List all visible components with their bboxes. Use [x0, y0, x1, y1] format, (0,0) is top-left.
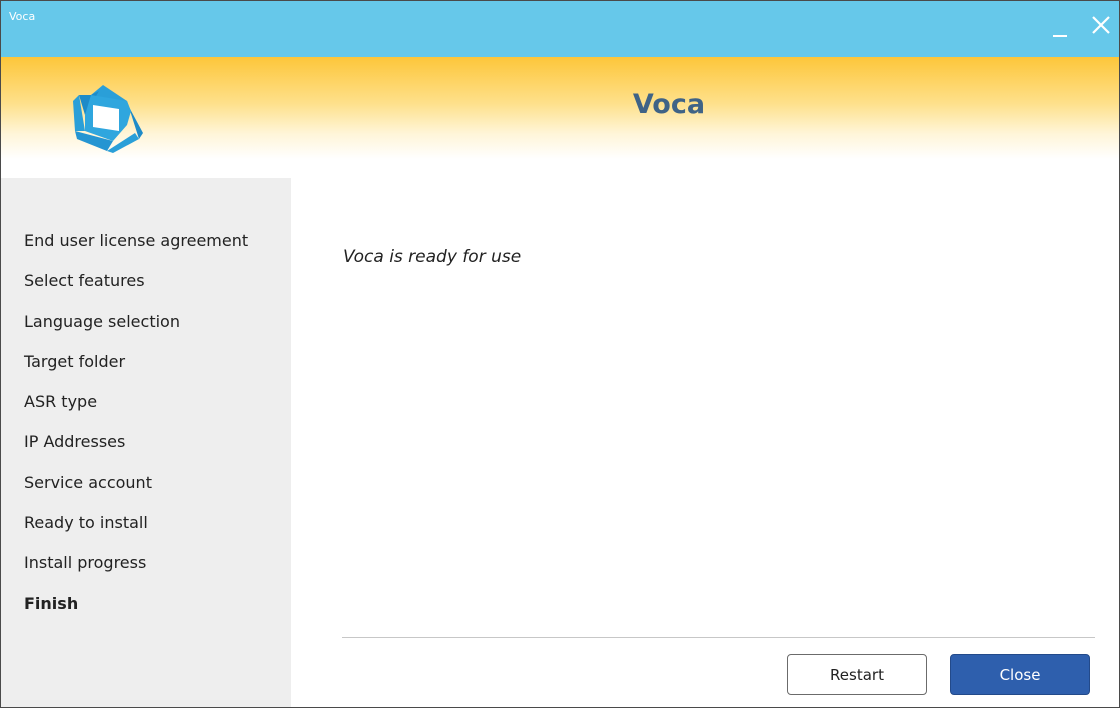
step-language-selection: Language selection — [24, 311, 180, 331]
installer-window: Voca Voca End user license agreement Sel… — [0, 0, 1120, 708]
step-service-account: Service account — [24, 472, 152, 492]
product-title: Voca — [632, 89, 706, 120]
steps-list: End user license agreement Select featur… — [24, 228, 248, 631]
steps-sidebar: End user license agreement Select featur… — [1, 178, 291, 707]
header-banner: Voca — [1, 57, 1119, 159]
step-finish: Finish — [24, 593, 79, 613]
footer-divider — [342, 637, 1095, 638]
step-install-progress: Install progress — [24, 553, 147, 573]
close-button[interactable]: Close — [950, 654, 1090, 695]
step-eula: End user license agreement — [24, 231, 249, 250]
step-select-features: Select features — [24, 271, 145, 291]
minimize-button[interactable] — [1050, 9, 1072, 41]
window-close-button[interactable] — [1085, 9, 1115, 41]
step-ip-addresses: IP Addresses — [24, 432, 126, 452]
step-ready-to-install: Ready to install — [24, 513, 148, 533]
step-asr-type: ASR type — [24, 392, 98, 412]
restart-button[interactable]: Restart — [787, 654, 927, 695]
window-title: Voca — [9, 10, 36, 23]
step-target-folder: Target folder — [24, 351, 126, 371]
ready-message: Voca is ready for use — [343, 247, 522, 267]
close-icon — [1092, 16, 1110, 34]
title-bar[interactable]: Voca — [1, 1, 1119, 57]
